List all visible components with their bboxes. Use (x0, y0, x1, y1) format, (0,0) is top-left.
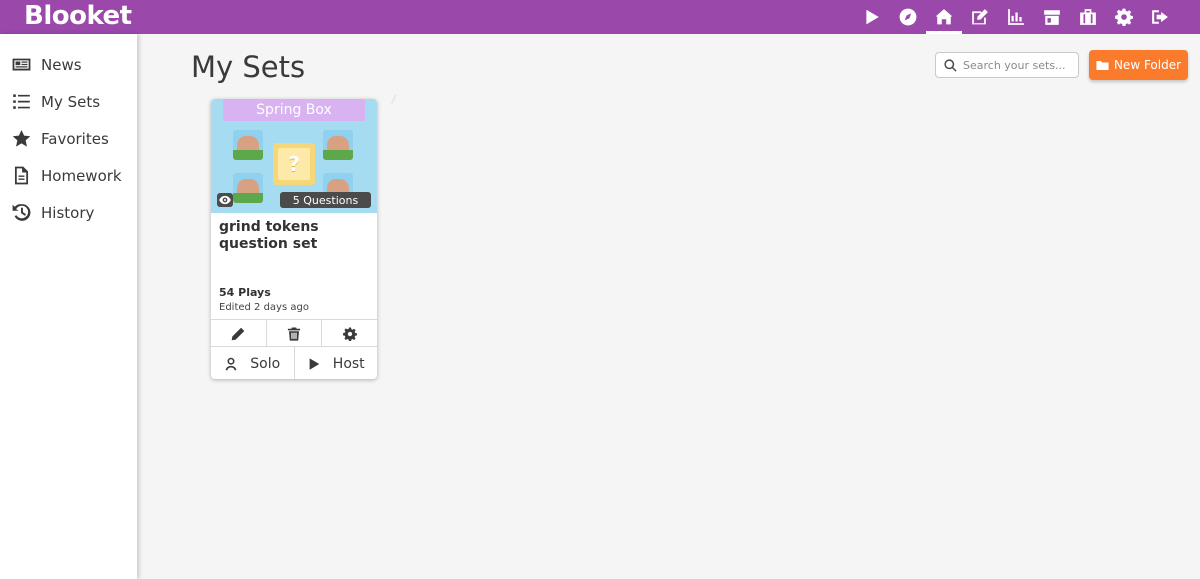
host-button[interactable]: Host (295, 347, 378, 379)
play-icon (309, 357, 320, 370)
logout-icon[interactable] (1142, 0, 1178, 34)
blook-image (323, 130, 353, 160)
play-icon[interactable] (854, 0, 890, 34)
solo-label: Solo (250, 355, 281, 372)
set-cover-image[interactable]: Spring Box ? 5 Questions (211, 99, 377, 213)
sidebar-item-news[interactable]: News (0, 46, 137, 83)
trash-icon (287, 326, 301, 341)
briefcase-icon[interactable] (1070, 0, 1106, 34)
sidebar-item-homework[interactable]: Homework (0, 157, 137, 194)
sidebar-item-label: History (41, 203, 95, 222)
edit-set-button[interactable] (211, 320, 267, 347)
newspaper-icon (12, 58, 31, 71)
sidebar-item-label: Favorites (41, 129, 109, 148)
sidebar-item-history[interactable]: History (0, 194, 137, 231)
pencil-icon (232, 327, 245, 340)
blook-image (233, 173, 263, 203)
new-folder-label: New Folder (1113, 58, 1182, 72)
list-icon (13, 94, 30, 109)
document-icon (14, 166, 29, 185)
market-icon[interactable] (1034, 0, 1070, 34)
host-label: Host (332, 355, 365, 372)
set-title: grind tokens question set (219, 219, 319, 252)
delete-set-button[interactable] (267, 320, 323, 347)
eye-icon[interactable] (217, 193, 233, 207)
blook-image (233, 130, 263, 160)
compass-icon[interactable] (890, 0, 926, 34)
set-actions (211, 319, 377, 347)
home-icon[interactable] (926, 0, 962, 34)
gear-icon[interactable] (1106, 0, 1142, 34)
stats-icon[interactable] (998, 0, 1034, 34)
sidebar-item-my-sets[interactable]: My Sets (0, 83, 137, 120)
set-card[interactable]: Spring Box ? 5 Questions grind tokens qu… (211, 99, 377, 379)
sidebar: News My Sets Favorites Homework History (0, 34, 137, 579)
mystery-mark: ? (278, 148, 310, 180)
top-nav (854, 0, 1178, 34)
question-count-badge: 5 Questions (280, 192, 371, 208)
set-plays: 54 Plays (219, 286, 271, 299)
search-input[interactable] (963, 58, 1073, 72)
sidebar-item-label: My Sets (41, 92, 101, 111)
new-folder-button[interactable]: New Folder (1089, 50, 1188, 80)
solo-button[interactable]: Solo (211, 347, 295, 379)
blooket-logo[interactable]: Blooket (24, 1, 132, 31)
sidebar-item-label: News (41, 55, 82, 74)
page-title: My Sets (191, 50, 306, 84)
star-icon (12, 129, 31, 147)
cover-banner: Spring Box (223, 99, 365, 121)
top-bar: Blooket (0, 0, 1200, 34)
folder-icon (1096, 60, 1109, 70)
history-icon (12, 204, 31, 221)
divider (391, 94, 400, 106)
search-box[interactable] (935, 52, 1079, 78)
set-settings-button[interactable] (322, 320, 377, 347)
person-icon (226, 357, 237, 370)
set-edited: Edited 2 days ago (219, 302, 309, 313)
sidebar-list: News My Sets Favorites Homework History (0, 34, 137, 231)
sidebar-item-label: Homework (41, 166, 122, 185)
search-icon (944, 58, 957, 72)
mystery-box-image: ? (273, 143, 315, 185)
edit-icon[interactable] (962, 0, 998, 34)
gear-icon (342, 326, 357, 341)
set-play-actions: Solo Host (211, 346, 377, 379)
sidebar-item-favorites[interactable]: Favorites (0, 120, 137, 157)
